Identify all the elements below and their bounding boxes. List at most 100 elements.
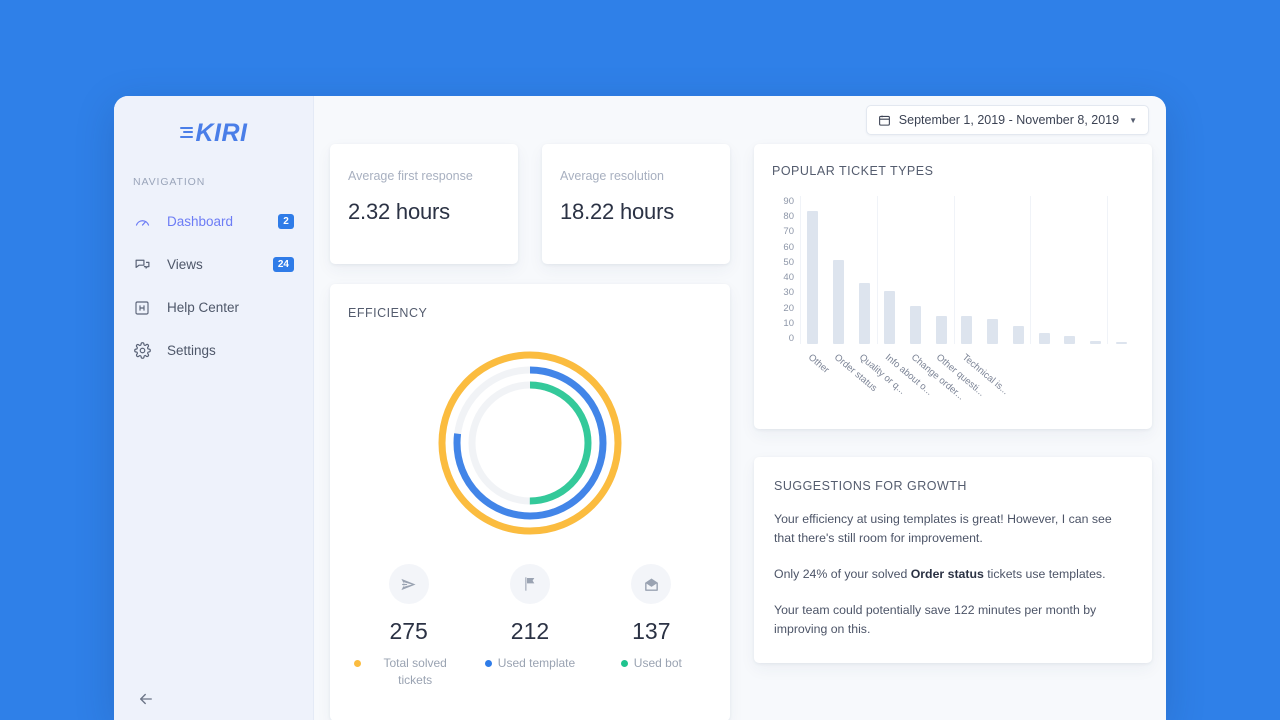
x-label-column: Change order... xyxy=(903,346,966,403)
bar[interactable] xyxy=(884,291,896,344)
stat-label: Total solved tickets xyxy=(383,656,447,688)
plot-area xyxy=(800,196,1134,344)
bar-column[interactable] xyxy=(980,196,1006,344)
sidebar-item-settings[interactable]: Settings xyxy=(114,329,313,372)
bar[interactable] xyxy=(1064,335,1076,344)
bar-chart: 90 80 70 60 50 40 30 20 10 0 Other Order status Qua… xyxy=(772,196,1134,403)
y-tick: 80 xyxy=(783,211,794,223)
x-label-column xyxy=(1031,346,1057,396)
date-range-picker[interactable]: September 1, 2019 - November 8, 2019 ▼ xyxy=(865,105,1149,135)
sidebar-item-label: Help Center xyxy=(167,300,240,315)
suggestion-highlight: Order status xyxy=(910,567,984,582)
send-icon xyxy=(388,564,429,604)
suggestions-title: SUGGESTIONS FOR GROWTH xyxy=(774,479,967,493)
stat-total-solved: 275 Total solved tickets xyxy=(348,564,469,690)
sidebar-badge-views: 24 xyxy=(272,257,294,272)
chevron-down-icon: ▼ xyxy=(1129,115,1137,125)
bar-column[interactable] xyxy=(928,196,954,344)
x-label-column xyxy=(1006,346,1032,396)
gear-icon xyxy=(133,342,151,360)
x-label-column: Technical is... xyxy=(954,346,1011,397)
bar[interactable] xyxy=(1089,340,1101,344)
bar-column[interactable] xyxy=(800,196,826,344)
main-content: September 1, 2019 - November 8, 2019 ▼ A… xyxy=(314,96,1166,720)
y-tick: 30 xyxy=(783,287,794,299)
suggestion-paragraph-3: Your team could potentially save 122 min… xyxy=(774,603,1097,637)
stat-label: Used bot xyxy=(633,656,682,670)
bar[interactable] xyxy=(807,210,819,344)
bar[interactable] xyxy=(935,316,947,344)
x-label-column: Order status xyxy=(826,346,878,396)
bar-column[interactable] xyxy=(1108,196,1134,344)
bar[interactable] xyxy=(910,306,922,344)
app-window: KIRI NAVIGATION Dashboard 2 Views 24 Hel… xyxy=(114,96,1166,720)
bar-column[interactable] xyxy=(1006,196,1032,344)
stat-legend: Used bot xyxy=(620,655,682,672)
bar-column[interactable] xyxy=(1031,196,1057,344)
x-axis-labels: Other Order status Quality or q... Info abo… xyxy=(800,346,1134,403)
brand-logo[interactable]: KIRI xyxy=(114,96,313,162)
bar-column[interactable] xyxy=(954,196,980,344)
nav-list: Dashboard 2 Views 24 Help Center Setting… xyxy=(114,200,313,372)
stat-used-bot: 137 Used bot xyxy=(591,564,712,690)
envelope-icon xyxy=(631,564,672,604)
gauge-icon xyxy=(133,213,151,231)
efficiency-title: EFFICIENCY xyxy=(348,306,428,320)
x-label-column: Other questi... xyxy=(928,346,987,399)
bar-column[interactable] xyxy=(903,196,929,344)
efficiency-card: EFFICIENCY 275 Total solved tickets 212 … xyxy=(330,284,730,720)
help-box-icon xyxy=(133,299,151,317)
bar[interactable] xyxy=(1012,325,1024,344)
bar[interactable] xyxy=(1038,332,1050,344)
bar-column[interactable] xyxy=(1057,196,1083,344)
right-column: POPULAR TICKET TYPES 90 80 70 60 50 40 30 20 10 0 xyxy=(754,144,1152,664)
x-label-column: Quality or q... xyxy=(851,346,907,397)
y-tick: 50 xyxy=(783,256,794,268)
sidebar-item-views[interactable]: Views 24 xyxy=(114,243,313,286)
sidebar-item-label: Settings xyxy=(167,343,216,358)
y-tick: 0 xyxy=(788,332,794,344)
bar-column[interactable] xyxy=(1083,196,1109,344)
y-tick: 20 xyxy=(783,302,794,314)
bar-column[interactable] xyxy=(877,196,903,344)
stat-label: Used template xyxy=(497,656,576,670)
stat-legend: Total solved tickets xyxy=(353,655,464,690)
metric-cards: Average first response 2.32 hours Averag… xyxy=(330,144,730,264)
bar[interactable] xyxy=(1115,342,1127,344)
arrow-left-icon[interactable] xyxy=(133,686,159,712)
stat-value: 275 xyxy=(389,618,428,644)
metric-label: Average first response xyxy=(348,169,473,183)
nav-section-label: NAVIGATION xyxy=(133,176,206,188)
legend-dot-orange xyxy=(353,660,361,667)
date-range-label: September 1, 2019 - November 8, 2019 xyxy=(898,113,1120,127)
dashboard-grid: Average first response 2.32 hours Averag… xyxy=(330,144,1152,720)
bar[interactable] xyxy=(833,260,845,344)
flag-icon xyxy=(509,564,550,604)
speed-lines-icon xyxy=(179,126,193,140)
x-label-column: Info about o... xyxy=(877,346,935,398)
topbar: September 1, 2019 - November 8, 2019 ▼ xyxy=(330,96,1150,144)
bar[interactable] xyxy=(961,316,973,344)
calendar-icon xyxy=(878,114,891,127)
bar[interactable] xyxy=(987,319,999,344)
sidebar-item-dashboard[interactable]: Dashboard 2 xyxy=(114,200,313,243)
bar[interactable] xyxy=(858,283,870,344)
metric-label: Average resolution xyxy=(560,169,665,183)
metric-card-resolution: Average resolution 18.22 hours xyxy=(542,144,730,264)
x-label-column xyxy=(1057,346,1083,396)
legend-dot-green xyxy=(620,660,628,667)
legend-dot-blue xyxy=(484,660,492,667)
sidebar-item-help-center[interactable]: Help Center xyxy=(114,286,313,329)
y-tick: 70 xyxy=(783,226,794,238)
x-label-column xyxy=(980,346,1006,396)
suggestion-paragraph-2: Only 24% of your solved Order status tic… xyxy=(774,565,1132,584)
page-root: KIRI NAVIGATION Dashboard 2 Views 24 Hel… xyxy=(0,0,1280,720)
y-tick: 40 xyxy=(783,272,794,284)
left-column: Average first response 2.32 hours Averag… xyxy=(330,144,730,720)
stat-value: 212 xyxy=(510,618,550,644)
x-label-column xyxy=(1083,346,1109,396)
popular-ticket-types-card: POPULAR TICKET TYPES 90 80 70 60 50 40 30 20 10 0 xyxy=(754,144,1152,429)
bar-column[interactable] xyxy=(851,196,877,344)
bar-column[interactable] xyxy=(826,196,852,344)
efficiency-donut-chart xyxy=(348,348,712,538)
